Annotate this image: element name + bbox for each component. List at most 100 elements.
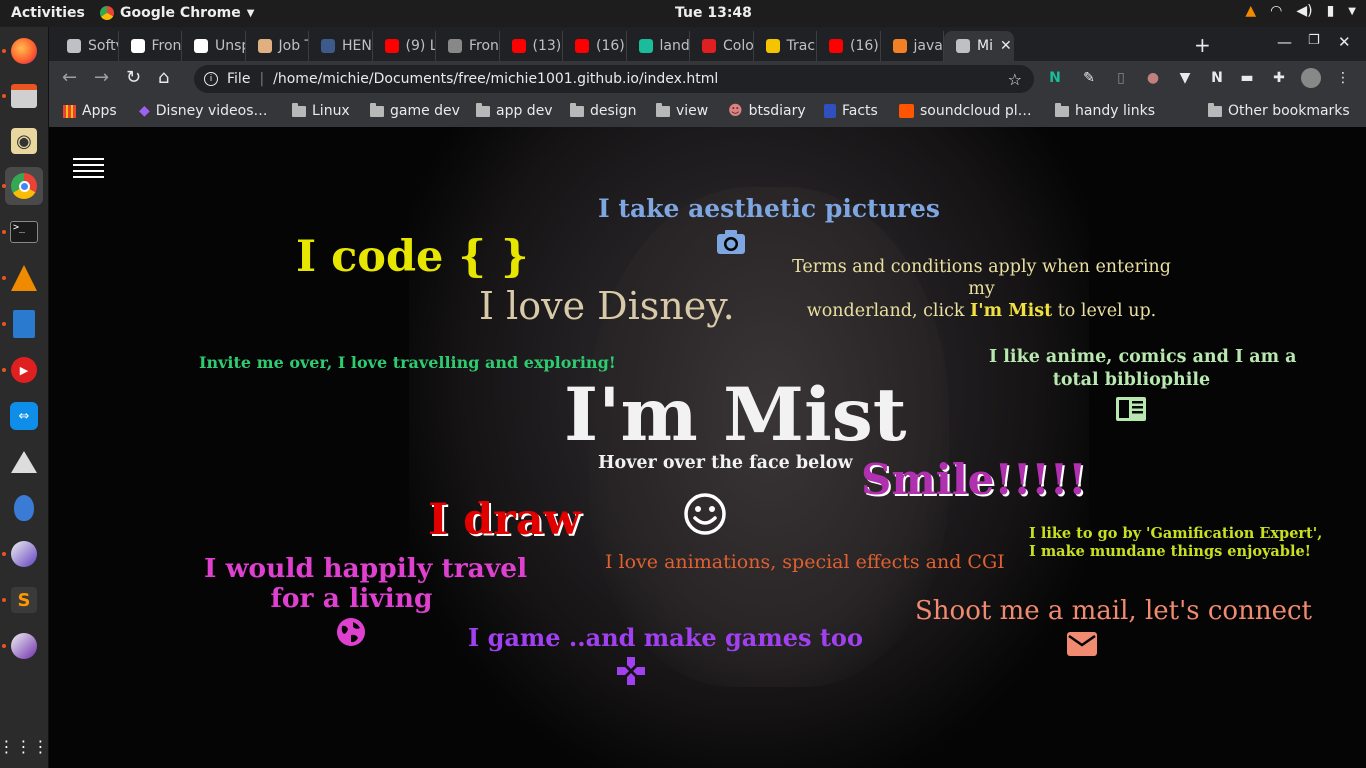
tab-title: Color [723, 38, 754, 54]
files-icon[interactable] [2, 77, 43, 115]
writer-icon[interactable] [2, 305, 43, 343]
clock[interactable]: Tue 13:48 [675, 5, 752, 21]
bookmark-soundcloud[interactable]: soundcloud pl… [899, 103, 1032, 119]
disney-text[interactable]: I love Disney. [479, 284, 735, 328]
youtube-music-icon[interactable]: ▶ [2, 351, 43, 389]
terms-line-1: Terms and conditions apply when entering… [792, 257, 1171, 299]
browser-tab[interactable]: landi [627, 31, 690, 61]
globe-icon[interactable] [336, 617, 366, 647]
browser-tab[interactable]: Front [436, 31, 500, 61]
mail-icon[interactable] [1066, 631, 1098, 657]
browser-tab[interactable]: Job T [246, 31, 309, 61]
hamburger-menu-button[interactable] [73, 158, 104, 182]
gamification-text[interactable]: I like to go by 'Gamification Expert', I… [1029, 525, 1323, 561]
app-disc-icon-2[interactable] [2, 627, 43, 665]
anime-text[interactable]: I like anime, comics and I am a total bi… [989, 346, 1297, 392]
system-tray[interactable]: ▲ ◠ ◀) ▮ ▼ [1245, 3, 1356, 19]
gamification-line-1: I like to go by 'Gamification Expert', [1029, 525, 1323, 542]
back-button[interactable]: ← [62, 67, 77, 88]
inkscape-icon[interactable] [5, 443, 43, 481]
reload-button[interactable]: ↻ [126, 67, 141, 88]
bookmark-folder-game-dev[interactable]: game dev [370, 102, 460, 119]
activities-button[interactable]: Activities [11, 5, 85, 21]
close-window-button[interactable]: ✕ [1338, 33, 1351, 51]
browser-tab[interactable]: Front [119, 31, 182, 61]
tab-title: (16) I [596, 38, 626, 54]
travel-text[interactable]: I would happily travel for a living [204, 554, 527, 614]
vlc-tray-icon[interactable]: ▲ [1245, 3, 1256, 19]
mail-text[interactable]: Shoot me a mail, let's connect [915, 596, 1312, 626]
terminal-icon[interactable]: >_ [2, 213, 43, 251]
bookmark-disney[interactable]: ◆ Disney videos… [139, 103, 268, 119]
show-applications-icon[interactable]: ⋮⋮⋮ [0, 727, 49, 765]
bookmark-folder-linux[interactable]: Linux [292, 102, 350, 119]
travel-invite-text[interactable]: Invite me over, I love travelling and ex… [199, 353, 616, 372]
extension-icon-2[interactable]: ▬ [1237, 68, 1257, 88]
browser-tab[interactable]: Color [690, 31, 754, 61]
bookmark-folder-design[interactable]: design [570, 102, 636, 119]
maximize-button[interactable]: ❐ [1308, 33, 1320, 48]
bookmark-star-icon[interactable]: ☆ [1008, 70, 1022, 89]
forward-button[interactable]: → [94, 67, 109, 88]
notion-extension-icon[interactable]: N [1207, 68, 1227, 88]
color-picker-extension-icon[interactable]: ✎ [1079, 68, 1099, 88]
smile-text[interactable]: Smile!!!!! [861, 455, 1087, 504]
vlc-icon[interactable] [2, 259, 43, 297]
firefox-icon[interactable] [2, 32, 43, 70]
notion-clipper-extension-icon[interactable]: N [1045, 68, 1065, 88]
address-bar[interactable]: i File | /home/michie/Documents/free/mic… [194, 65, 1034, 93]
browser-tab[interactable]: (16) I [563, 31, 627, 61]
url-text[interactable]: /home/michie/Documents/free/michie1001.g… [273, 71, 718, 87]
code-text[interactable]: I code { } [296, 232, 529, 282]
bookmark-facts[interactable]: Facts [824, 103, 878, 119]
volume-icon: ◀) [1296, 3, 1313, 19]
chevron-down-icon: ▼ [1348, 5, 1356, 17]
camera-icon[interactable] [715, 228, 747, 256]
teamviewer-icon[interactable]: ⇔ [5, 397, 43, 435]
bookmark-folder-app-dev[interactable]: app dev [476, 102, 553, 119]
home-button[interactable]: ⌂ [158, 67, 169, 88]
bookmark-label: game dev [390, 103, 460, 119]
vue-devtools-icon[interactable]: ▼ [1175, 68, 1195, 88]
page-title[interactable]: I'm Mist [564, 372, 907, 458]
info-icon[interactable]: i [204, 72, 218, 86]
bookmark-folder-other[interactable]: Other bookmarks [1208, 102, 1350, 119]
profile-avatar[interactable] [1301, 68, 1321, 88]
im-mist-link[interactable]: I'm Mist [970, 301, 1052, 321]
minimize-button[interactable]: — [1277, 33, 1292, 51]
extensions-puzzle-icon[interactable]: ✚ [1269, 68, 1289, 88]
browser-tab[interactable]: Mi ✕ [944, 31, 1014, 61]
gamepad-icon[interactable] [615, 655, 647, 687]
browser-tab[interactable]: javas [881, 31, 944, 61]
game-text[interactable]: I game ..and make games too [468, 623, 863, 652]
extension-icon-1[interactable]: ● [1143, 68, 1163, 88]
browser-tab[interactable]: Track [754, 31, 817, 61]
bookmark-extension-icon[interactable]: ▯ [1111, 68, 1131, 88]
bookmark-apps[interactable]: Apps [63, 103, 117, 119]
sublime-text-icon[interactable]: S [2, 581, 43, 619]
browser-tab[interactable]: HENI [309, 31, 373, 61]
browser-tab[interactable]: Softv [55, 31, 119, 61]
browser-tab[interactable]: (13) C [500, 31, 563, 61]
animations-text[interactable]: I love animations, special effects and C… [605, 551, 1005, 573]
bookmark-folder-handy-links[interactable]: handy links [1055, 102, 1155, 119]
chrome-dock-icon[interactable] [2, 167, 43, 205]
bookmark-folder-view[interactable]: view [656, 102, 708, 119]
krita-icon[interactable] [5, 489, 43, 527]
tab-favicon-icon [829, 39, 843, 53]
bookmark-btsdiary[interactable]: ☻ btsdiary [728, 103, 806, 119]
draw-text[interactable]: I draw [428, 495, 581, 545]
close-tab-icon[interactable]: ✕ [1000, 38, 1012, 54]
app-disc-icon[interactable] [2, 535, 43, 573]
book-icon[interactable] [1115, 396, 1147, 422]
rhythmbox-icon[interactable]: ◉ [5, 122, 43, 160]
browser-tab[interactable]: Unsp [182, 31, 246, 61]
bookmark-label: Linux [312, 103, 350, 119]
new-tab-button[interactable]: + [1194, 33, 1211, 57]
browser-tab[interactable]: (16) c [817, 31, 881, 61]
browser-tab[interactable]: (9) Le [373, 31, 436, 61]
chrome-menu-icon[interactable]: ⋮ [1333, 68, 1353, 88]
aesthetic-text[interactable]: I take aesthetic pictures [598, 194, 940, 223]
app-menu[interactable]: Google Chrome ▼ [100, 5, 254, 21]
smiley-face-icon[interactable] [683, 492, 727, 536]
